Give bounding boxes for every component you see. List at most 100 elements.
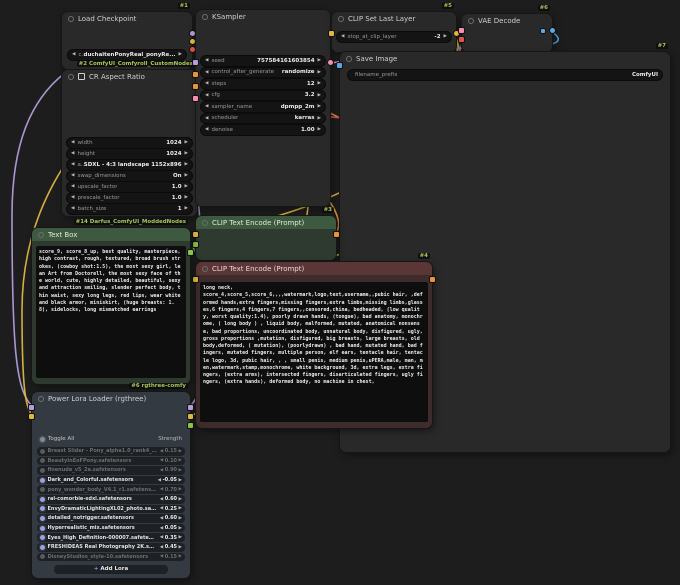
image-output-dot[interactable] bbox=[550, 28, 555, 33]
increment-arrow[interactable]: ▶ bbox=[179, 52, 182, 57]
increment-arrow[interactable]: ▶ bbox=[444, 34, 447, 39]
decrement-arrow[interactable]: ◀ bbox=[158, 478, 161, 483]
decrement-arrow[interactable]: ◀ bbox=[205, 127, 208, 132]
increment-arrow[interactable]: ▶ bbox=[318, 70, 321, 75]
decrement-arrow[interactable]: ◀ bbox=[205, 81, 208, 86]
widget-stop-at-clip-layer[interactable]: ◀ stop_at_clip_layer -2 ▶ bbox=[337, 32, 451, 42]
decrement-arrow[interactable]: ◀ bbox=[160, 468, 163, 473]
images-input-dot[interactable] bbox=[337, 63, 342, 68]
node-power-lora-loader[interactable]: #6 rgthree-comfy Power Lora Loader (rgth… bbox=[32, 392, 190, 578]
increment-arrow[interactable]: ▶ bbox=[318, 104, 321, 109]
increment-arrow[interactable]: ▶ bbox=[179, 497, 182, 502]
lora-toggle[interactable] bbox=[40, 554, 45, 559]
conditioning-output-dot[interactable] bbox=[334, 232, 339, 237]
collapse-dot[interactable] bbox=[38, 232, 44, 238]
node-clip-set-last-layer[interactable]: #5 CLIP Set Last Layer ◀ stop_at_clip_la… bbox=[332, 12, 456, 52]
positive-prompt-textarea[interactable]: score_9, score_8_up, best quality, maste… bbox=[36, 246, 186, 378]
widget-denoise[interactable]: ◀ denoise 1.00 ▶ bbox=[201, 125, 325, 135]
increment-arrow[interactable]: ▶ bbox=[185, 195, 188, 200]
widget-sampler-name[interactable]: ◀ sampler_name dpmpp_2m ▶ bbox=[201, 102, 325, 112]
lora-row[interactable]: pony_wonder_body_V4.1_r1.safetensors ◀0.… bbox=[37, 485, 185, 494]
node-title-bar[interactable]: Load Checkpoint bbox=[62, 12, 192, 25]
decrement-arrow[interactable]: ◀ bbox=[160, 506, 163, 511]
lora-row[interactable]: FRESHIDEAS Real Photography 2K.safetenso… bbox=[37, 543, 185, 552]
collapse-dot[interactable] bbox=[38, 396, 44, 402]
node-title-bar[interactable]: Save Image bbox=[340, 52, 670, 65]
model-output-dot[interactable] bbox=[190, 31, 195, 36]
collapse-dot[interactable] bbox=[202, 266, 208, 272]
toggle-all-switch[interactable] bbox=[40, 437, 45, 442]
negative-prompt-textarea[interactable]: long neck, score_4,score_5,score_6,,,,wa… bbox=[200, 282, 428, 422]
decrement-arrow[interactable]: ◀ bbox=[205, 116, 208, 121]
increment-arrow[interactable]: ▶ bbox=[185, 162, 188, 167]
decrement-arrow[interactable]: ◀ bbox=[71, 184, 74, 189]
lora-toggle[interactable] bbox=[40, 478, 45, 483]
decrement-arrow[interactable]: ◀ bbox=[205, 70, 208, 75]
lora-row[interactable]: EnvyDramaticLightingXL02_photo.safetenso… bbox=[37, 505, 185, 514]
increment-arrow[interactable]: ▶ bbox=[185, 206, 188, 211]
clip-output-dot[interactable] bbox=[190, 39, 195, 44]
collapse-dot[interactable] bbox=[468, 18, 474, 24]
widget-aspect-ratio[interactable]: ◀ aspect_ratio SDXL - 4:3 landscape 1152… bbox=[67, 160, 192, 170]
increment-arrow[interactable]: ▶ bbox=[185, 184, 188, 189]
widget-filename-prefix[interactable]: filename_prefix ComfyUI bbox=[348, 70, 662, 80]
widget-seed[interactable]: ◀ seed 757584161603854 ▶ bbox=[201, 56, 325, 66]
negative-input-dot[interactable] bbox=[193, 84, 198, 89]
widget-height[interactable]: ◀ height 1024 ▶ bbox=[67, 149, 192, 159]
lora-toggle[interactable] bbox=[40, 458, 45, 463]
lora-row[interactable]: BeautyInEoFPony.safetensors ◀0.10▶ bbox=[37, 457, 185, 466]
node-vae-decode[interactable]: #6 VAE Decode bbox=[462, 14, 552, 52]
increment-arrow[interactable]: ▶ bbox=[179, 468, 182, 473]
decrement-arrow[interactable]: ◀ bbox=[205, 93, 208, 98]
clip-input-dot[interactable] bbox=[193, 232, 198, 237]
latent-output-dot[interactable] bbox=[328, 60, 333, 65]
lora-row[interactable]: Hyperrealistic_mix.safetensors ◀0.05▶ bbox=[37, 524, 185, 533]
widget-control-after-generate[interactable]: ◀ control_after_generate randomize ▶ bbox=[201, 68, 325, 78]
vae-input-dot[interactable] bbox=[459, 37, 464, 42]
positive-input-dot[interactable] bbox=[193, 72, 198, 77]
clip-input-dot[interactable] bbox=[329, 31, 334, 36]
increment-arrow[interactable]: ▶ bbox=[179, 554, 182, 559]
decrement-arrow[interactable]: ◀ bbox=[71, 173, 74, 178]
decrement-arrow[interactable]: ◀ bbox=[160, 516, 163, 521]
node-title-bar[interactable]: Power Lora Loader (rgthree) bbox=[32, 392, 190, 405]
clip-input-dot[interactable] bbox=[29, 414, 34, 419]
node-title-bar[interactable]: VAE Decode bbox=[462, 14, 552, 27]
samples-input-dot[interactable] bbox=[459, 28, 464, 33]
lora-toggle[interactable] bbox=[40, 526, 45, 531]
decrement-arrow[interactable]: ◀ bbox=[160, 554, 163, 559]
decrement-arrow[interactable]: ◀ bbox=[72, 52, 75, 57]
node-text-box[interactable]: #14 Darfus_ComfyUI_ModdedNodes Text Box … bbox=[32, 228, 190, 384]
increment-arrow[interactable]: ▶ bbox=[318, 127, 321, 132]
widget-steps[interactable]: ◀ steps 12 ▶ bbox=[201, 79, 325, 89]
node-title-bar[interactable]: CLIP Set Last Layer bbox=[332, 12, 456, 25]
widget-swap-dimensions[interactable]: ◀ swap_dimensions On ▶ bbox=[67, 171, 192, 181]
increment-arrow[interactable]: ▶ bbox=[185, 151, 188, 156]
collapse-dot[interactable] bbox=[338, 16, 344, 22]
lora-row[interactable]: detailed_notrigger.safetensors ◀0.60▶ bbox=[37, 514, 185, 523]
widget-upscale-factor[interactable]: ◀ upscale_factor 1.0 ▶ bbox=[67, 182, 192, 192]
collapse-dot[interactable] bbox=[68, 74, 74, 80]
lora-toggle[interactable] bbox=[40, 468, 45, 473]
increment-arrow[interactable]: ▶ bbox=[179, 526, 182, 531]
increment-arrow[interactable]: ▶ bbox=[179, 545, 182, 550]
lora-toggle[interactable] bbox=[40, 545, 45, 550]
increment-arrow[interactable]: ▶ bbox=[179, 516, 182, 521]
decrement-arrow[interactable]: ◀ bbox=[71, 140, 74, 145]
clip-input-dot[interactable] bbox=[193, 277, 198, 282]
model-input-dot[interactable] bbox=[29, 405, 34, 410]
collapse-dot[interactable] bbox=[202, 220, 208, 226]
increment-arrow[interactable]: ▶ bbox=[179, 506, 182, 511]
widget-width[interactable]: ◀ width 1024 ▶ bbox=[67, 138, 192, 148]
lora-row[interactable]: ral-comorbie-sdxl.safetensors ◀0.60▶ bbox=[37, 495, 185, 504]
lora-row[interactable]: DisneyStudios_style-10.safetensors ◀0.15… bbox=[37, 553, 185, 562]
decrement-arrow[interactable]: ◀ bbox=[160, 497, 163, 502]
text-output-dot[interactable] bbox=[188, 250, 193, 255]
node-title-bar[interactable]: CLIP Text Encode (Prompt) bbox=[196, 262, 432, 275]
text-input-dot[interactable] bbox=[193, 242, 198, 247]
model-input-dot[interactable] bbox=[193, 60, 198, 65]
node-title-bar[interactable]: CR Aspect Ratio bbox=[62, 70, 197, 83]
collapse-dot[interactable] bbox=[346, 56, 352, 62]
decrement-arrow[interactable]: ◀ bbox=[160, 545, 163, 550]
widget-batch-size[interactable]: ◀ batch_size 1 ▶ bbox=[67, 204, 192, 214]
